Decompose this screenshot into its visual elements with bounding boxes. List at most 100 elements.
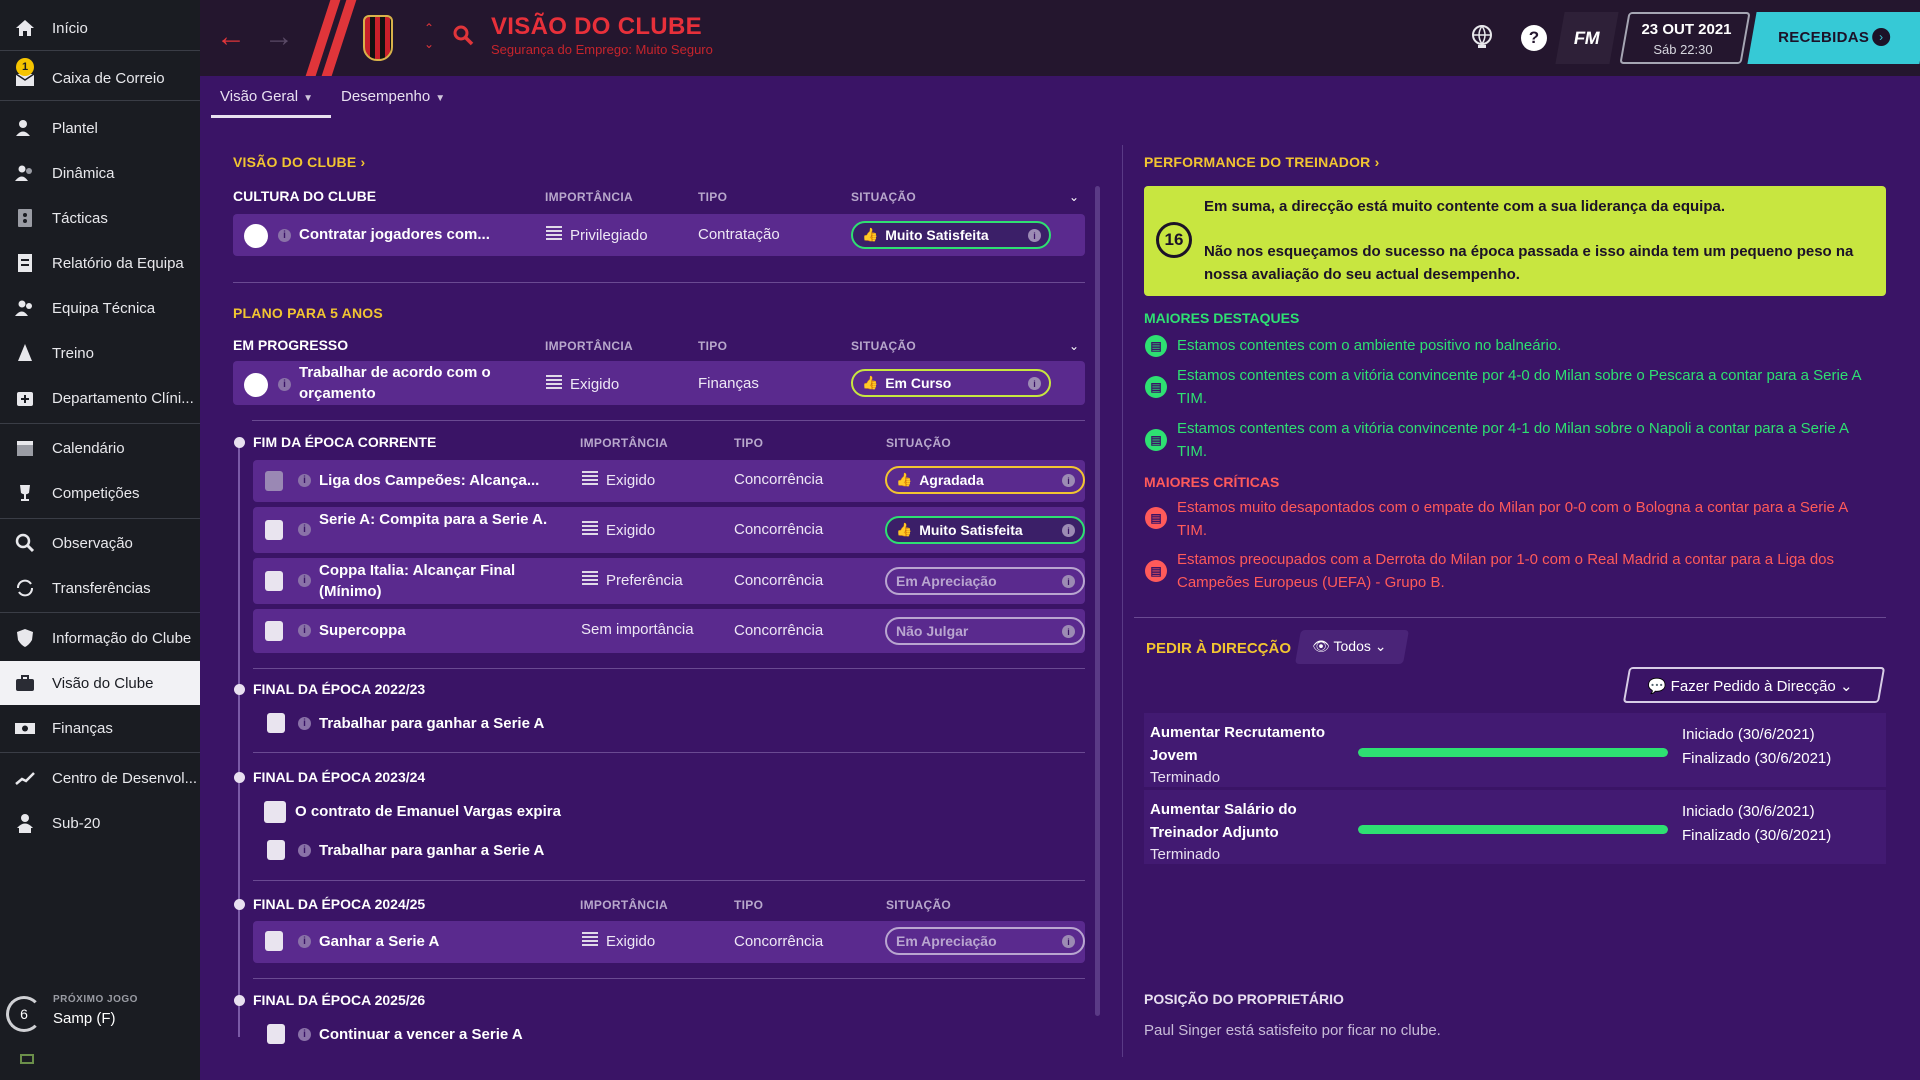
- thumbs-up-icon: 👍: [896, 472, 913, 487]
- globe-icon[interactable]: [1470, 24, 1494, 55]
- sidebar-item-team-report[interactable]: Relatório da Equipa: [0, 241, 200, 285]
- type-cell: Concorrência: [734, 933, 824, 950]
- sidebar-item-label: Caixa de Correio: [52, 69, 165, 87]
- home-icon: [12, 17, 38, 39]
- info-icon[interactable]: i: [1062, 935, 1075, 948]
- active-tab-indicator: [211, 115, 331, 118]
- inbox-continue-button[interactable]: RECEBIDAS ›: [1747, 12, 1920, 64]
- make-board-request-button[interactable]: 💬 Fazer Pedido à Direcção ⌄: [1622, 667, 1886, 703]
- sidebar-item-staff[interactable]: Equipa Técnica: [0, 286, 200, 330]
- info-icon[interactable]: i: [298, 523, 311, 536]
- sidebar-item-training[interactable]: Treino: [0, 331, 200, 375]
- request-progress-fill: [1358, 825, 1668, 834]
- search-icon[interactable]: [452, 24, 474, 51]
- sidebar-item-dynamics[interactable]: Dinâmica: [0, 151, 200, 195]
- board-request-row[interactable]: Aumentar Recrutamento Jovem Terminado In…: [1144, 713, 1886, 787]
- divider: [253, 978, 1085, 979]
- request-filter-dropdown[interactable]: 👁 Todos ⌄: [1295, 630, 1409, 664]
- in-progress-header: EM PROGRESSO: [233, 337, 349, 353]
- club-switch-chevrons-icon[interactable]: ⌃ ⌄: [424, 20, 434, 52]
- request-progress-bar: [1358, 825, 1668, 834]
- request-started: Iniciado (30/6/2021): [1682, 803, 1815, 820]
- sidebar-item-dev-centre[interactable]: Centro de Desenvol...: [0, 756, 200, 800]
- info-icon[interactable]: i: [1062, 575, 1075, 588]
- tab-performance[interactable]: Desempenho ▼: [341, 88, 445, 105]
- sidebar-item-label: Tácticas: [52, 209, 108, 227]
- season-2025-26-header: FINAL DA ÉPOCA 2025/26: [253, 992, 426, 1008]
- info-icon[interactable]: i: [298, 474, 311, 487]
- page-subtitle: Segurança do Emprego: Muito Seguro: [491, 42, 713, 57]
- info-icon[interactable]: i: [278, 378, 291, 391]
- info-icon[interactable]: i: [298, 1028, 311, 1041]
- info-icon[interactable]: i: [298, 574, 311, 587]
- sidebar-item-medical[interactable]: Departamento Clíni...: [0, 376, 200, 420]
- performance-score: 16: [1156, 222, 1192, 258]
- chevron-down-icon: ⌄: [1374, 638, 1387, 654]
- back-arrow-icon[interactable]: ←: [216, 22, 246, 52]
- column-header-status: SITUAÇÃO: [851, 339, 917, 353]
- sidebar-item-club-vision[interactable]: Visão do Clube: [0, 661, 200, 705]
- thumbs-up-icon: 👍: [862, 375, 879, 390]
- info-icon[interactable]: i: [1028, 229, 1041, 242]
- info-icon[interactable]: i: [298, 844, 311, 857]
- column-header-status: SITUAÇÃO: [886, 436, 952, 450]
- serie-a-icon: [267, 840, 285, 860]
- club-vision-link[interactable]: VISÃO DO CLUBE ›: [233, 154, 365, 170]
- sidebar-item-tactics[interactable]: Tácticas: [0, 196, 200, 240]
- info-icon[interactable]: i: [1028, 377, 1041, 390]
- coppa-italia-icon: [265, 571, 283, 591]
- status-pill[interactable]: 👍 Muito Satisfeita i: [851, 221, 1051, 249]
- info-icon[interactable]: i: [1062, 524, 1075, 537]
- shield-icon: [12, 627, 38, 649]
- status-pill[interactable]: Em Apreciação i: [885, 927, 1085, 955]
- game-date-button[interactable]: 23 OUT 2021 Sáb 22:30: [1619, 12, 1751, 64]
- chevron-down-icon[interactable]: ⌄: [1069, 190, 1079, 204]
- help-icon[interactable]: ?: [1521, 25, 1547, 51]
- sidebar-item-competitions[interactable]: Competições: [0, 471, 200, 515]
- thumbs-up-icon: 👍: [896, 522, 913, 537]
- sidebar-item-transfers[interactable]: Transferências: [0, 566, 200, 610]
- chevron-right-icon: ›: [1872, 28, 1891, 46]
- sidebar-item-finances[interactable]: Finanças: [0, 706, 200, 750]
- status-pill[interactable]: 👍 Agradada i: [885, 466, 1085, 494]
- status-pill[interactable]: 👍 Em Curso i: [851, 369, 1051, 397]
- briefcase-icon: [12, 672, 38, 694]
- status-pill[interactable]: Não Julgar i: [885, 617, 1085, 645]
- sidebar-item-u20[interactable]: Sub-20: [0, 801, 200, 845]
- sidebar-item-scouting[interactable]: Observação: [0, 521, 200, 565]
- scrollbar[interactable]: [1095, 186, 1100, 1016]
- tab-overview[interactable]: Visão Geral ▼: [220, 88, 313, 105]
- request-finished: Finalizado (30/6/2021): [1682, 827, 1832, 844]
- sidebar-item-home[interactable]: Início: [0, 6, 200, 50]
- info-icon[interactable]: i: [298, 935, 311, 948]
- info-icon[interactable]: i: [1062, 625, 1075, 638]
- tab-label: Visão Geral: [220, 88, 299, 105]
- sidebar-item-squad[interactable]: Plantel: [0, 106, 200, 150]
- serie-a-icon: [265, 520, 283, 540]
- sidebar-item-calendar[interactable]: Calendário: [0, 426, 200, 470]
- status-label: Em Apreciação: [896, 933, 997, 949]
- info-icon[interactable]: i: [1062, 474, 1075, 487]
- sidebar-item-inbox[interactable]: 1 Caixa de Correio: [0, 56, 200, 100]
- board-request-row[interactable]: Aumentar Salário do Treinador Adjunto Te…: [1144, 790, 1886, 864]
- fm-menu-button[interactable]: FM: [1555, 12, 1619, 64]
- status-pill[interactable]: Em Apreciação i: [885, 567, 1085, 595]
- next-game-widget[interactable]: 6 PRÓXIMO JOGO Samp (F): [6, 990, 196, 1040]
- status-pill[interactable]: 👍 Muito Satisfeita i: [885, 516, 1085, 544]
- info-icon[interactable]: i: [298, 624, 311, 637]
- coach-performance-link[interactable]: PERFORMANCE DO TREINADOR ›: [1144, 154, 1379, 170]
- forward-arrow-icon[interactable]: →: [264, 22, 294, 52]
- club-crest-icon[interactable]: [363, 15, 393, 61]
- report-icon: [12, 252, 38, 274]
- search-icon: [12, 532, 38, 554]
- info-icon[interactable]: i: [298, 717, 311, 730]
- importance-cell: Privilegiado: [546, 226, 648, 244]
- criticism-text: Estamos preocupados com a Derrota do Mil…: [1177, 551, 1835, 591]
- info-icon[interactable]: i: [278, 229, 291, 242]
- column-header-type: TIPO: [734, 436, 764, 450]
- chevron-down-icon[interactable]: ⌄: [1069, 339, 1079, 353]
- sidebar-item-label: Departamento Clíni...: [52, 389, 194, 407]
- status-label: Muito Satisfeita: [919, 522, 1023, 538]
- sidebar-item-club-info[interactable]: Informação do Clube: [0, 616, 200, 660]
- medical-icon: [12, 387, 38, 409]
